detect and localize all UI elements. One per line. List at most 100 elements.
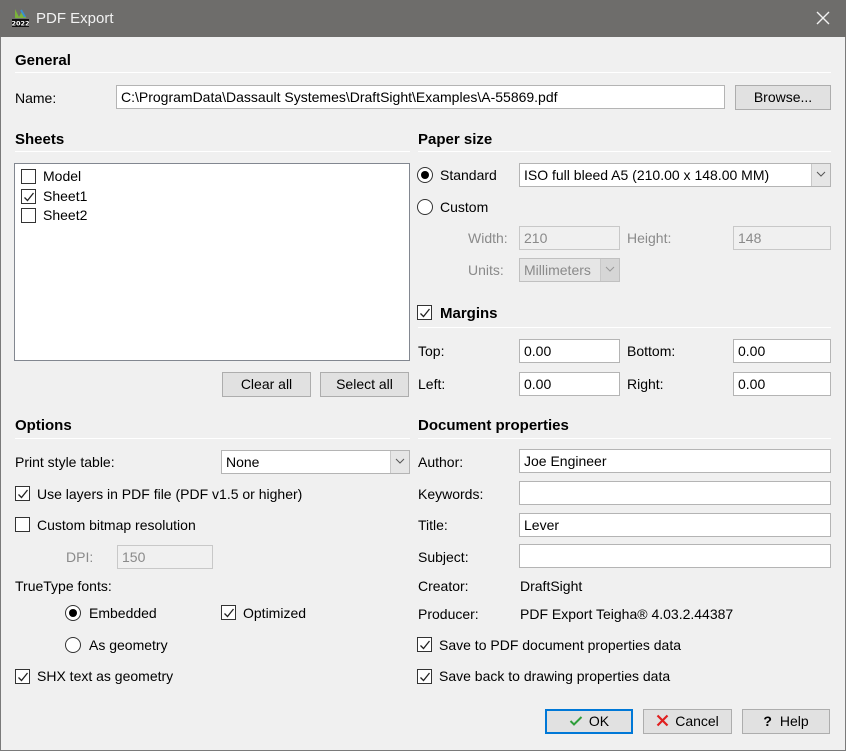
- units-dropdown-button[interactable]: [600, 259, 619, 281]
- title-bar: 2022 PDF Export: [0, 0, 846, 37]
- cross-icon: [656, 714, 669, 727]
- paper-size-select[interactable]: ISO full bleed A5 (210.00 x 148.00 MM): [519, 163, 831, 187]
- name-label: Name:: [15, 90, 57, 106]
- ok-button[interactable]: OK: [545, 709, 633, 734]
- checkmark-icon: [18, 489, 29, 499]
- top-margin-input[interactable]: 0.00: [519, 339, 620, 363]
- margins-divider: [418, 327, 831, 328]
- shx-text-label: SHX text as geometry: [37, 668, 174, 684]
- truetype-fonts-label: TrueType fonts:: [15, 578, 112, 594]
- chevron-down-icon: [395, 458, 405, 464]
- sheet-item-label: Model: [43, 168, 82, 184]
- optimized-label: Optimized: [243, 605, 307, 621]
- optimized-checkbox[interactable]: [221, 605, 236, 620]
- cancel-button[interactable]: Cancel: [643, 709, 732, 734]
- options-divider: [15, 438, 410, 439]
- as-geometry-label: As geometry: [89, 637, 168, 653]
- options-heading: Options: [15, 417, 72, 434]
- draftsight-2022-icon: 2022: [11, 8, 30, 28]
- custom-label: Custom: [440, 199, 489, 215]
- use-layers-checkbox[interactable]: [15, 486, 30, 501]
- checkmark-icon: [420, 308, 431, 318]
- document-properties-heading: Document properties: [418, 417, 569, 434]
- custom-radio[interactable]: [417, 199, 433, 215]
- right-margin-input[interactable]: 0.00: [733, 372, 831, 396]
- paper-size-value: ISO full bleed A5 (210.00 x 148.00 MM): [524, 167, 770, 183]
- paper-size-dropdown-button[interactable]: [811, 164, 830, 186]
- close-button[interactable]: [808, 4, 838, 32]
- left-margin-input[interactable]: 0.00: [519, 372, 620, 396]
- subject-input[interactable]: [519, 544, 831, 568]
- use-layers-label: Use layers in PDF file (PDF v1.5 or high…: [37, 486, 303, 502]
- sheets-heading: Sheets: [15, 131, 65, 148]
- subject-label: Subject:: [418, 549, 469, 565]
- sheet-model-checkbox[interactable]: [21, 169, 36, 184]
- print-style-label: Print style table:: [15, 454, 115, 470]
- clear-all-button[interactable]: Clear all: [222, 372, 311, 397]
- checkmark-icon: [224, 608, 235, 618]
- help-label: Help: [779, 713, 809, 729]
- save-back-checkbox[interactable]: [417, 669, 432, 684]
- checkmark-icon: [24, 192, 35, 202]
- margins-checkbox[interactable]: [417, 305, 432, 320]
- help-button[interactable]: ? Help: [742, 709, 830, 734]
- paper-size-divider: [418, 151, 831, 152]
- checkmark-icon: [18, 672, 29, 682]
- embedded-radio[interactable]: [65, 605, 81, 621]
- width-input[interactable]: 210: [519, 226, 620, 250]
- creator-value: DraftSight: [520, 578, 583, 594]
- height-label: Height:: [627, 230, 672, 246]
- sheet-item-label: Sheet2: [43, 207, 88, 223]
- units-select[interactable]: Millimeters: [519, 258, 620, 282]
- cancel-label: Cancel: [675, 713, 719, 729]
- author-label: Author:: [418, 454, 464, 470]
- document-properties-divider: [418, 438, 831, 439]
- embedded-label: Embedded: [89, 605, 157, 621]
- ok-label: OK: [588, 713, 610, 729]
- margins-heading: Margins: [440, 305, 498, 322]
- as-geometry-radio[interactable]: [65, 637, 81, 653]
- browse-button[interactable]: Browse...: [735, 85, 831, 110]
- print-style-dropdown-button[interactable]: [390, 451, 409, 473]
- chevron-down-icon: [816, 171, 826, 177]
- window-title: PDF Export: [36, 10, 114, 27]
- save-to-pdf-checkbox[interactable]: [417, 637, 432, 652]
- author-input[interactable]: Joe Engineer: [519, 449, 831, 473]
- title-label: Title:: [418, 517, 448, 533]
- save-to-pdf-label: Save to PDF document properties data: [439, 637, 682, 653]
- shx-text-checkbox[interactable]: [15, 669, 30, 684]
- keywords-label: Keywords:: [418, 486, 484, 502]
- creator-label: Creator:: [418, 578, 469, 594]
- sheets-list[interactable]: Model Sheet1 Sheet2: [14, 163, 410, 361]
- close-icon: [816, 11, 830, 25]
- checkmark-icon: [420, 640, 431, 650]
- custom-bitmap-checkbox[interactable]: [15, 517, 30, 532]
- top-label: Top:: [418, 343, 445, 359]
- units-label: Units:: [468, 262, 504, 278]
- name-input[interactable]: C:\ProgramData\Dassault Systemes\DraftSi…: [116, 85, 725, 109]
- producer-value: PDF Export Teigha® 4.03.2.44387: [520, 606, 734, 622]
- dpi-input[interactable]: 150: [117, 545, 213, 569]
- svg-text:2022: 2022: [11, 20, 29, 28]
- sheet-item-label: Sheet1: [43, 188, 88, 204]
- bottom-label: Bottom:: [627, 343, 676, 359]
- title-input[interactable]: Lever: [519, 513, 831, 537]
- bottom-margin-input[interactable]: 0.00: [733, 339, 831, 363]
- general-heading: General: [15, 52, 71, 69]
- standard-radio[interactable]: [417, 167, 433, 183]
- standard-label: Standard: [440, 167, 497, 183]
- select-all-button[interactable]: Select all: [320, 372, 409, 397]
- general-divider: [15, 72, 831, 73]
- producer-label: Producer:: [418, 606, 479, 622]
- paper-size-heading: Paper size: [418, 131, 493, 148]
- sheet-sheet2-checkbox[interactable]: [21, 208, 36, 223]
- keywords-input[interactable]: [519, 481, 831, 505]
- height-input[interactable]: 148: [733, 226, 831, 250]
- custom-bitmap-label: Custom bitmap resolution: [37, 517, 196, 533]
- print-style-select[interactable]: None: [221, 450, 410, 474]
- print-style-value: None: [226, 454, 260, 470]
- checkmark-icon: [569, 716, 583, 726]
- sheet-sheet1-checkbox[interactable]: [21, 189, 36, 204]
- right-label: Right:: [627, 376, 664, 392]
- sheets-divider: [15, 151, 410, 152]
